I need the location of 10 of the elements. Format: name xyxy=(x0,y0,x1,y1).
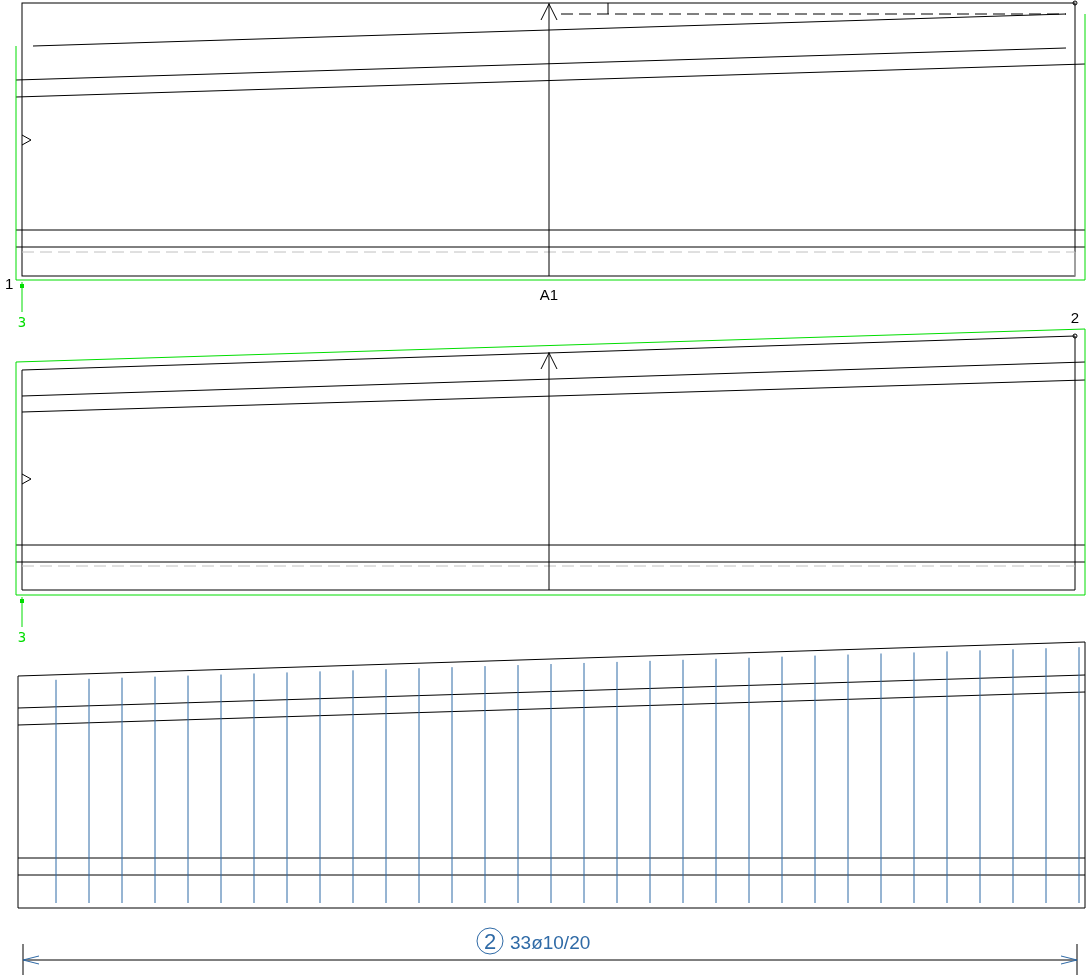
position-number: 2 xyxy=(483,929,497,954)
rebar-label: 33ø10/20 xyxy=(510,932,591,953)
position-circle xyxy=(476,927,504,955)
level-label: 3 xyxy=(17,314,27,330)
section-cut-label: A1 xyxy=(539,286,559,303)
level-marker xyxy=(20,281,24,313)
level-marker xyxy=(20,596,24,628)
corner-label: 2 xyxy=(1070,309,1080,326)
level-label: 3 xyxy=(17,629,27,645)
view-label: 1 xyxy=(5,275,14,292)
